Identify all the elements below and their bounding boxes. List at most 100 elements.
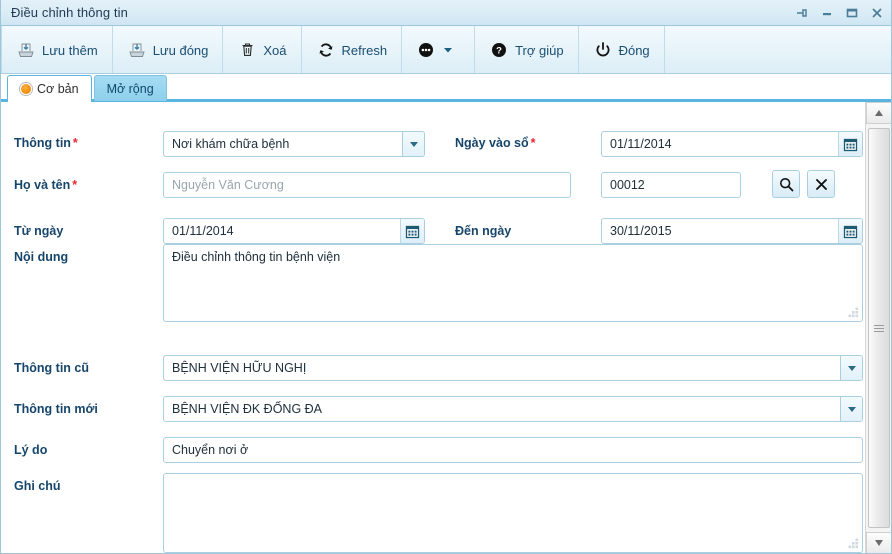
save-close-button[interactable]: Lưu đóng xyxy=(113,26,224,73)
code-value: 00012 xyxy=(610,178,645,192)
help-button[interactable]: ? Trợ giúp xyxy=(475,26,579,73)
search-button[interactable] xyxy=(772,170,800,198)
label-tu-ngay: Từ ngày xyxy=(14,224,63,238)
trash-icon xyxy=(237,40,257,60)
to-date-input[interactable]: 30/11/2015 xyxy=(601,218,863,244)
info-type-select[interactable]: Nơi khám chữa bệnh xyxy=(163,131,425,157)
content-value: Điều chỉnh thông tin bệnh viện xyxy=(172,250,341,264)
label-ngay-vao-so-text: Ngày vào sổ xyxy=(455,136,529,150)
label-den-ngay-text: Đến ngày xyxy=(455,224,512,238)
label-ho-va-ten-text: Họ và tên xyxy=(14,178,71,192)
refresh-label: Refresh xyxy=(341,43,388,58)
triangle-up-icon xyxy=(874,110,883,116)
label-ly-do: Lý do xyxy=(14,443,47,457)
close-toolbar-label: Đóng xyxy=(618,43,650,58)
refresh-icon xyxy=(316,40,336,60)
code-input[interactable]: 00012 xyxy=(601,172,741,198)
calendar-icon xyxy=(405,225,420,238)
form-content: Thông tin * Nơi khám chữa bệnh Ngày vào s… xyxy=(1,102,865,553)
radio-orange-icon xyxy=(20,83,32,95)
label-ghi-chu-text: Ghi chú xyxy=(14,479,61,493)
tab-co-ban[interactable]: Cơ bản xyxy=(7,75,92,102)
required-marker: * xyxy=(72,178,78,192)
close-x-icon xyxy=(815,178,827,190)
label-noi-dung: Nội dung xyxy=(14,250,68,264)
label-thong-tin: Thông tin * xyxy=(14,136,78,150)
window-title: Điều chỉnh thông tin xyxy=(11,5,128,20)
maximize-icon[interactable] xyxy=(844,5,860,21)
dialog-window: Điều chỉnh thông tin Lưu thêm Lưu đóng X… xyxy=(0,0,892,554)
note-textarea[interactable] xyxy=(163,473,863,553)
title-bar: Điều chỉnh thông tin xyxy=(1,0,891,26)
dropdown-arrow-button[interactable] xyxy=(840,397,862,421)
calendar-button[interactable] xyxy=(400,219,424,243)
dropdown-arrow-button[interactable] xyxy=(840,356,862,380)
tab-mo-rong[interactable]: Mở rộng xyxy=(93,75,167,101)
from-date-value: 01/11/2014 xyxy=(172,224,234,238)
triangle-down-icon xyxy=(874,540,883,546)
content-textarea[interactable]: Điều chỉnh thông tin bệnh viện xyxy=(163,244,863,322)
full-name-placeholder: Nguyễn Văn Cương xyxy=(172,178,284,192)
required-marker: * xyxy=(530,136,536,150)
tab-strip: Cơ bản Mở rộng xyxy=(1,74,891,102)
tab-co-ban-label: Cơ bản xyxy=(37,82,79,96)
new-info-value: BỆNH VIỆN ĐK ĐỐNG ĐA xyxy=(172,402,323,416)
window-controls xyxy=(794,0,885,25)
new-info-select[interactable]: BỆNH VIỆN ĐK ĐỐNG ĐA xyxy=(163,396,863,422)
label-thong-tin-moi-text: Thông tin mới xyxy=(14,402,98,416)
close-button[interactable]: Đóng xyxy=(579,26,665,73)
save-close-label: Lưu đóng xyxy=(152,43,209,58)
chevron-down-icon xyxy=(409,141,418,147)
reason-input[interactable]: Chuyển nơi ở xyxy=(163,437,863,463)
toolbar: Lưu thêm Lưu đóng Xoá Refresh ? Trợ giúp… xyxy=(1,26,891,74)
resize-grip-icon[interactable] xyxy=(848,307,859,318)
chevron-down-icon xyxy=(847,406,856,412)
save-add-label: Lưu thêm xyxy=(42,43,98,58)
chevron-down-icon xyxy=(847,365,856,371)
calendar-icon xyxy=(843,225,858,238)
resize-grip-icon[interactable] xyxy=(848,538,859,549)
refresh-button[interactable]: Refresh xyxy=(302,26,403,73)
chevron-down-icon[interactable] xyxy=(442,40,454,60)
old-info-value: BỆNH VIỆN HỮU NGHỊ xyxy=(172,361,307,375)
clear-button[interactable] xyxy=(807,170,835,198)
delete-label: Xoá xyxy=(263,43,287,58)
scrollbar-track[interactable] xyxy=(865,124,891,532)
minimize-icon[interactable] xyxy=(819,5,835,21)
ellipsis-icon xyxy=(416,40,436,60)
label-tu-ngay-text: Từ ngày xyxy=(14,224,64,238)
save-disk-icon xyxy=(16,40,36,60)
scrollbar-thumb[interactable] xyxy=(867,128,890,528)
entry-date-input[interactable]: 01/11/2014 xyxy=(601,131,863,157)
calendar-icon xyxy=(843,138,858,151)
info-type-value: Nơi khám chữa bệnh xyxy=(172,137,290,151)
label-thong-tin-moi: Thông tin mới xyxy=(14,402,98,416)
from-date-input[interactable]: 01/11/2014 xyxy=(163,218,425,244)
save-disk-icon xyxy=(127,40,147,60)
label-thong-tin-cu: Thông tin cũ xyxy=(14,361,89,375)
label-ho-va-ten: Họ và tên * xyxy=(14,178,77,192)
label-den-ngay: Đến ngày xyxy=(455,224,511,238)
pin-icon[interactable] xyxy=(794,5,810,21)
more-options-button[interactable] xyxy=(402,26,476,73)
power-icon xyxy=(593,40,613,60)
dropdown-arrow-button[interactable] xyxy=(402,132,424,156)
calendar-button[interactable] xyxy=(838,132,862,156)
old-info-select[interactable]: BỆNH VIỆN HỮU NGHỊ xyxy=(163,355,863,381)
save-add-button[interactable]: Lưu thêm xyxy=(1,26,113,73)
close-icon[interactable] xyxy=(869,5,885,21)
scroll-up-button[interactable] xyxy=(865,102,891,124)
vertical-scrollbar[interactable] xyxy=(865,102,891,553)
entry-date-value: 01/11/2014 xyxy=(610,137,672,151)
full-name-input[interactable]: Nguyễn Văn Cương xyxy=(163,172,571,198)
required-marker: * xyxy=(72,136,78,150)
scroll-down-button[interactable] xyxy=(865,532,891,553)
scrollbar-grip-icon xyxy=(873,323,884,334)
label-ngay-vao-so: Ngày vào sổ * xyxy=(455,136,536,150)
label-ly-do-text: Lý do xyxy=(14,443,48,457)
delete-button[interactable]: Xoá xyxy=(223,26,302,73)
reason-value: Chuyển nơi ở xyxy=(172,443,249,457)
search-icon xyxy=(779,177,793,191)
calendar-button[interactable] xyxy=(838,219,862,243)
